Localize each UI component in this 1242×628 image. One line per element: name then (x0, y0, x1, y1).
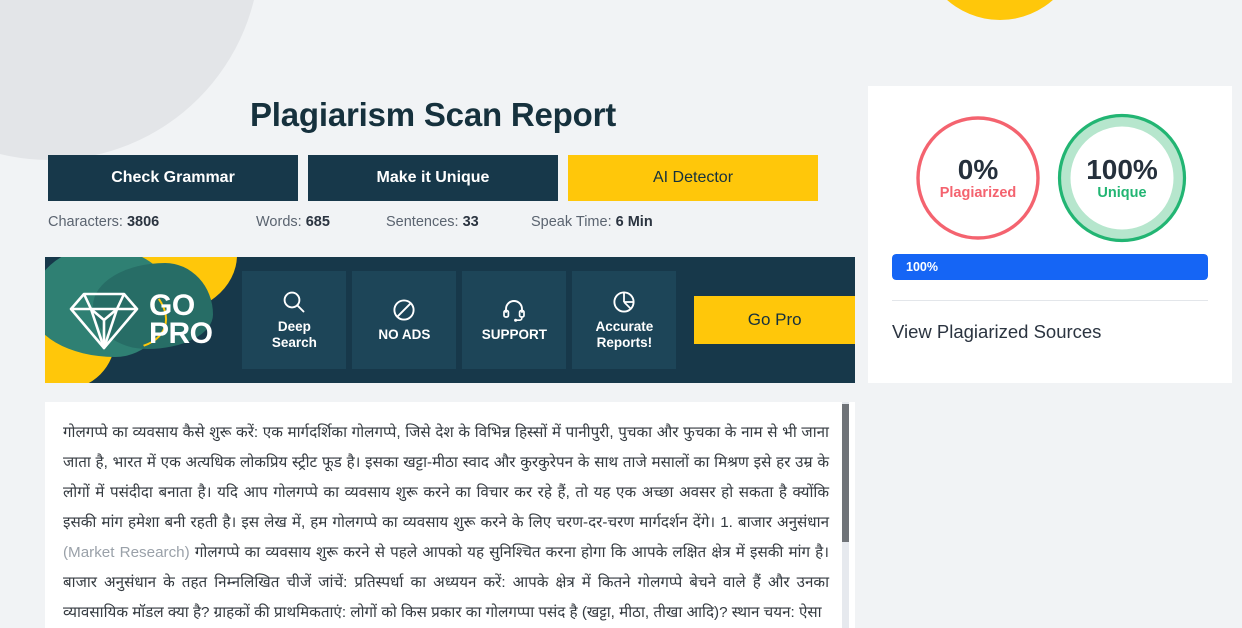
unique-donut: 100% Unique (1054, 110, 1190, 246)
stat-words-value: 685 (305, 214, 330, 230)
plagiarism-report-page: Plagiarism Scan Report Check Grammar Mak… (0, 0, 1242, 628)
action-button-row: Check Grammar Make it Unique AI Detector (48, 155, 818, 201)
feature-support-label: SUPPORT (482, 327, 547, 343)
unique-progress-bar: 100% (892, 254, 1208, 280)
plagiarized-label: Plagiarized (939, 185, 1017, 202)
stat-words-label: Words: (256, 214, 302, 230)
stat-speak-time-label: Speak Time: (531, 214, 612, 230)
stat-speak-time-value: 6 Min (615, 214, 653, 230)
unique-percent: 100% (1086, 153, 1158, 185)
feature-label-line1: SUPPORT (481, 327, 548, 343)
unique-progress-fill: 100% (892, 254, 1208, 280)
main-column: Plagiarism Scan Report Check Grammar Mak… (0, 0, 866, 628)
stat-characters-value: 3806 (126, 214, 160, 230)
stat-sentences-label: Sentences: (386, 214, 459, 230)
feature-no-ads[interactable]: NO ADS (352, 271, 457, 369)
unique-donut-center: 100% Unique (1054, 110, 1190, 246)
stat-words: Words: 685 (256, 214, 386, 230)
no-ads-icon (393, 299, 415, 321)
document-stats: Characters: 3806 Words: 685 Sentences: 3… (48, 214, 653, 230)
feature-support[interactable]: SUPPORT (462, 271, 567, 369)
unique-label: Unique (1097, 185, 1147, 202)
go-pro-feature-list: Deep Search NO ADS SUPPORT Accurate Repo… (242, 271, 677, 369)
go-pro-word-line2: PRO (149, 317, 213, 350)
feature-label-line2: Reports! (596, 335, 653, 350)
make-it-unique-button[interactable]: Make it Unique (308, 155, 558, 201)
feature-label-line1: Accurate (595, 319, 654, 335)
text-panel-scrollbar-thumb[interactable] (842, 404, 849, 542)
ai-detector-button[interactable]: AI Detector (568, 155, 818, 201)
diamond-icon (69, 292, 139, 350)
card-divider (892, 300, 1208, 301)
feature-label-line1: NO ADS (378, 327, 431, 343)
scanned-text-content: गोलगप्पे का व्यवसाय कैसे शुरू करें: एक म… (45, 402, 855, 628)
go-pro-wordmark: GO PRO (149, 288, 213, 350)
stat-sentences: Sentences: 33 (386, 214, 531, 230)
text-segment-1: गोलगप्पे का व्यवसाय कैसे शुरू करें: एक म… (63, 424, 829, 531)
feature-no-ads-label: NO ADS (378, 327, 430, 343)
headset-icon (503, 300, 526, 322)
feature-label-line1: Deep (277, 319, 311, 335)
plagiarized-donut: 0% Plagiarized (910, 110, 1046, 246)
go-pro-word-line1: GO (149, 288, 195, 322)
feature-accurate-reports-label: Accurate Reports! (596, 319, 654, 350)
stat-speak-time: Speak Time: 6 Min (531, 214, 653, 230)
plagiarized-donut-center: 0% Plagiarized (910, 110, 1046, 246)
results-card: 0% Plagiarized 100% Unique 100% View Pla… (868, 86, 1232, 383)
stat-characters: Characters: 3806 (48, 214, 256, 230)
stat-characters-label: Characters: (48, 214, 123, 230)
feature-label-line2: Search (271, 335, 317, 350)
pie-chart-icon (613, 291, 635, 314)
go-pro-brand: GO PRO (45, 257, 242, 383)
check-grammar-button[interactable]: Check Grammar (48, 155, 298, 201)
go-pro-cta-button[interactable]: Go Pro (694, 296, 855, 344)
plagiarized-percent: 0% (957, 153, 999, 185)
feature-accurate-reports[interactable]: Accurate Reports! (572, 271, 677, 369)
unique-progress-label: 100% (906, 260, 938, 274)
view-plagiarized-sources-link[interactable]: View Plagiarized Sources (892, 321, 1232, 343)
result-donuts: 0% Plagiarized 100% Unique (868, 86, 1232, 246)
go-pro-banner: GO PRO Deep Search NO ADS SUPPORT Accura… (45, 257, 855, 383)
text-segment-muted: (Market Research) (63, 544, 190, 561)
scanned-text-panel: गोलगप्पे का व्यवसाय कैसे शुरू करें: एक म… (45, 402, 855, 628)
feature-deep-search[interactable]: Deep Search (242, 271, 347, 369)
stat-sentences-value: 33 (462, 214, 479, 230)
page-title: Plagiarism Scan Report (249, 96, 617, 133)
decorative-circle-top (920, 0, 1080, 20)
search-icon (284, 292, 305, 313)
feature-deep-search-label: Deep Search (272, 319, 317, 350)
